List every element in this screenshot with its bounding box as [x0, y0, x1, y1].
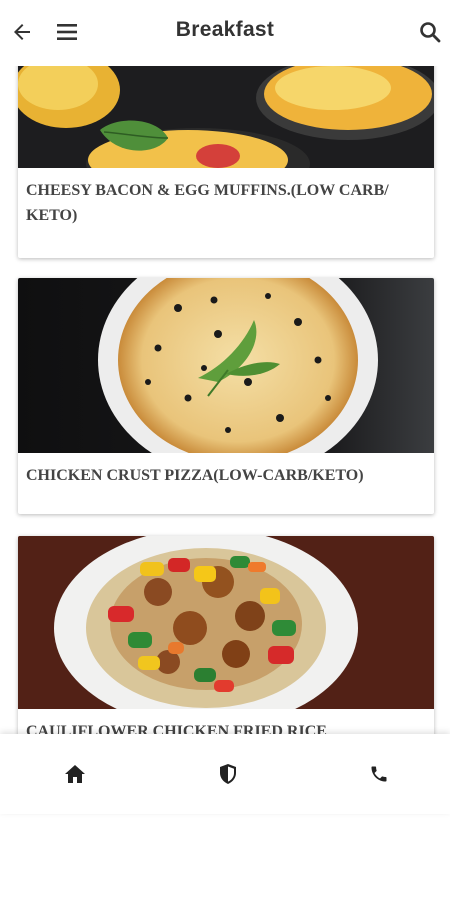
- shield-icon[interactable]: [214, 760, 242, 788]
- phone-icon[interactable]: [365, 760, 393, 788]
- app-header: Breakfast: [0, 0, 450, 66]
- page-title: Breakfast: [175, 18, 275, 41]
- recipe-title: CHEESY BACON & EGG MUFFINS.(LOW CARB/ KE…: [26, 182, 389, 224]
- chicken-crust-pizza-photo: [18, 278, 434, 453]
- cauliflower-fried-rice-photo: [18, 536, 434, 709]
- recipe-card[interactable]: CHEESY BACON & EGG MUFFINS.(LOW CARB/ KE…: [18, 66, 434, 258]
- recipe-title: CAULIFLOWER CHICKEN FRIED RICE: [26, 723, 327, 734]
- egg-muffins-photo: [18, 66, 434, 168]
- bottom-navigation: [0, 734, 450, 814]
- recipe-card[interactable]: CAULIFLOWER CHICKEN FRIED RICE: [18, 536, 434, 734]
- recipe-card[interactable]: CHICKEN CRUST PIZZA(LOW-CARB/KETO): [18, 278, 434, 514]
- search-icon[interactable]: [416, 18, 444, 46]
- recipe-list[interactable]: CHEESY BACON & EGG MUFFINS.(LOW CARB/ KE…: [0, 66, 450, 734]
- recipe-title: CHICKEN CRUST PIZZA(LOW-CARB/KETO): [26, 467, 364, 484]
- home-icon[interactable]: [61, 760, 89, 788]
